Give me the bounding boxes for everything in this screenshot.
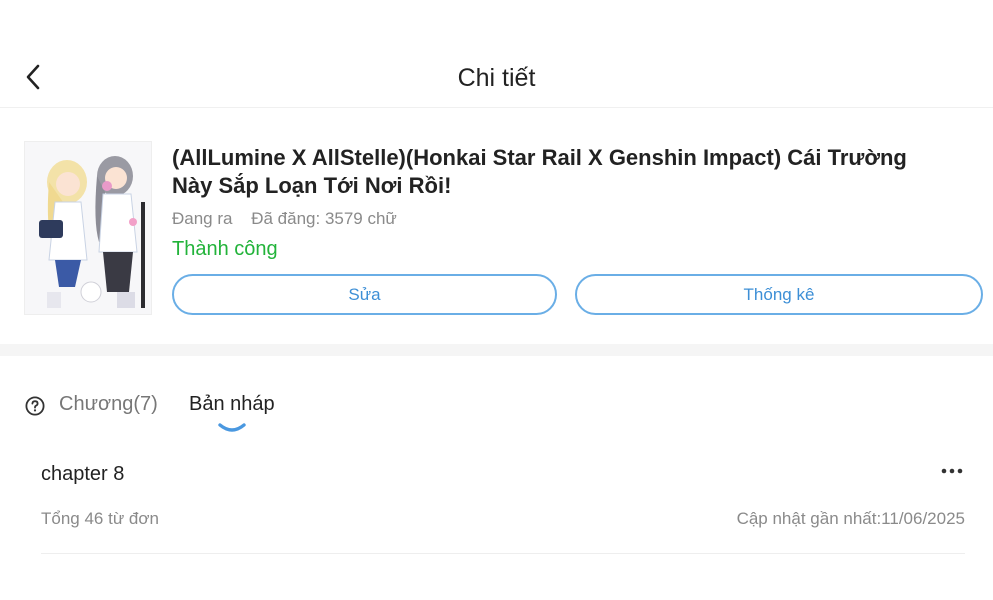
book-info: (AllLumine X AllStelle)(Honkai Star Rail… <box>0 108 993 344</box>
cover-illustration <box>25 142 151 314</box>
word-count: Đã đăng: 3579 chữ <box>251 209 397 228</box>
publish-status: Thành công <box>172 238 278 260</box>
edit-button[interactable]: Sửa <box>172 274 557 315</box>
tab-chapters[interactable]: Chương(7) <box>59 393 158 416</box>
stats-button[interactable]: Thống kê <box>575 274 983 315</box>
tab-bar: Chương(7) Bản nháp <box>0 356 993 446</box>
serial-status: Đang ra <box>172 209 233 228</box>
header: Chi tiết <box>0 0 993 108</box>
more-options-button[interactable] <box>939 460 965 482</box>
question-circle-icon[interactable] <box>25 396 45 416</box>
active-tab-indicator <box>218 423 246 432</box>
draft-list-item[interactable]: chapter 8 Tổng 46 từ đơn Cập nhật gần nh… <box>41 446 965 554</box>
more-dots-icon <box>941 468 963 474</box>
draft-word-count: Tổng 46 từ đơn <box>41 509 159 528</box>
book-meta: Đang ra Đã đăng: 3579 chữ <box>172 209 397 229</box>
book-title: (AllLumine X AllStelle)(Honkai Star Rail… <box>172 145 907 198</box>
section-divider <box>0 344 993 356</box>
tab-drafts[interactable]: Bản nháp <box>189 393 275 416</box>
draft-title: chapter 8 <box>41 463 125 485</box>
draft-updated-date: Cập nhật gần nhất:11/06/2025 <box>736 509 965 528</box>
book-cover[interactable] <box>24 141 152 315</box>
page-title: Chi tiết <box>457 64 536 92</box>
